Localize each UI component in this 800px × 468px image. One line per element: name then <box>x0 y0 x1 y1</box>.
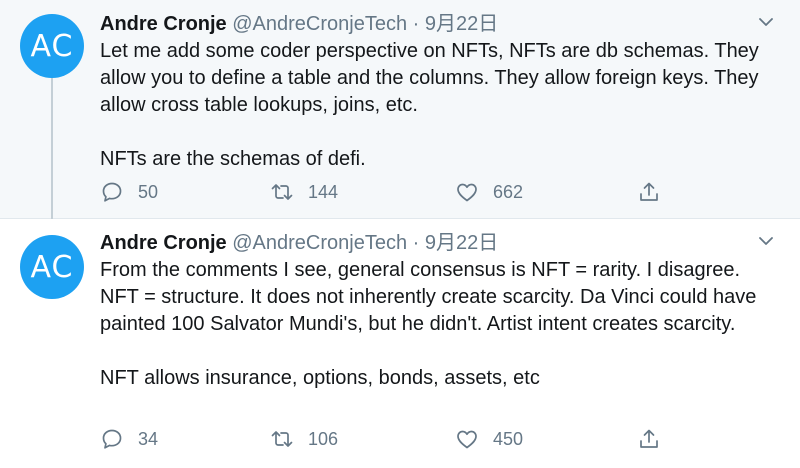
tweet[interactable]: AC Andre Cronje @AndreCronjeTech · 9月22日… <box>0 0 800 232</box>
author-handle[interactable]: @AndreCronjeTech <box>232 13 407 35</box>
reply-button[interactable]: 34 <box>100 424 158 454</box>
avatar[interactable]: AC <box>20 235 84 299</box>
share-icon <box>640 429 658 448</box>
like-count: 450 <box>493 428 524 449</box>
tweet-header: Andre Cronje @AndreCronjeTech · 9月22日 <box>100 229 498 257</box>
tweet-text: From the comments I see, general consens… <box>100 257 780 392</box>
thread-connector-line <box>51 62 53 232</box>
chevron-down-icon[interactable] <box>758 235 774 247</box>
author-handle[interactable]: @AndreCronjeTech <box>232 232 407 254</box>
reply-icon <box>102 182 122 202</box>
retweet-button[interactable]: 144 <box>270 177 338 207</box>
retweet-icon <box>271 184 293 200</box>
author-name[interactable]: Andre Cronje <box>100 232 227 254</box>
tweet-paragraph: NFT allows insurance, options, bonds, as… <box>100 367 540 389</box>
tweet-paragraph: Let me add some coder perspective on NFT… <box>100 40 759 116</box>
tweet-paragraph: NFTs are the schemas of defi. <box>100 148 366 170</box>
chevron-down-icon[interactable] <box>758 16 774 28</box>
header-separator: · <box>412 13 420 35</box>
like-count: 662 <box>493 181 524 202</box>
author-name[interactable]: Andre Cronje <box>100 13 227 35</box>
tweet-paragraph: From the comments I see, general consens… <box>100 259 757 335</box>
reply-count: 50 <box>138 181 159 202</box>
tweet-header: Andre Cronje @AndreCronjeTech · 9月22日 <box>100 10 498 38</box>
retweet-button[interactable]: 106 <box>270 424 338 454</box>
tweet-actions: 34 106 450 <box>100 424 680 454</box>
tweet-date[interactable]: 9月22日 <box>425 13 498 35</box>
tweet-actions: 50 144 662 <box>100 177 680 207</box>
retweet-count: 144 <box>308 181 339 202</box>
reply-icon <box>102 429 122 449</box>
reply-button[interactable]: 50 <box>100 177 158 207</box>
like-button[interactable]: 662 <box>455 177 523 207</box>
like-button[interactable]: 450 <box>455 424 523 454</box>
share-icon <box>640 182 658 201</box>
tweet[interactable]: AC Andre Cronje @AndreCronjeTech · 9月22日… <box>0 219 800 468</box>
avatar[interactable]: AC <box>20 14 84 78</box>
like-icon <box>457 183 477 202</box>
share-button[interactable] <box>637 177 661 207</box>
retweet-icon <box>271 431 293 447</box>
retweet-count: 106 <box>308 428 339 449</box>
tweet-text: Let me add some coder perspective on NFT… <box>100 38 780 173</box>
share-button[interactable] <box>637 424 661 454</box>
reply-count: 34 <box>138 428 159 449</box>
header-separator: · <box>412 232 420 254</box>
tweet-date[interactable]: 9月22日 <box>425 232 498 254</box>
like-icon <box>457 430 477 449</box>
